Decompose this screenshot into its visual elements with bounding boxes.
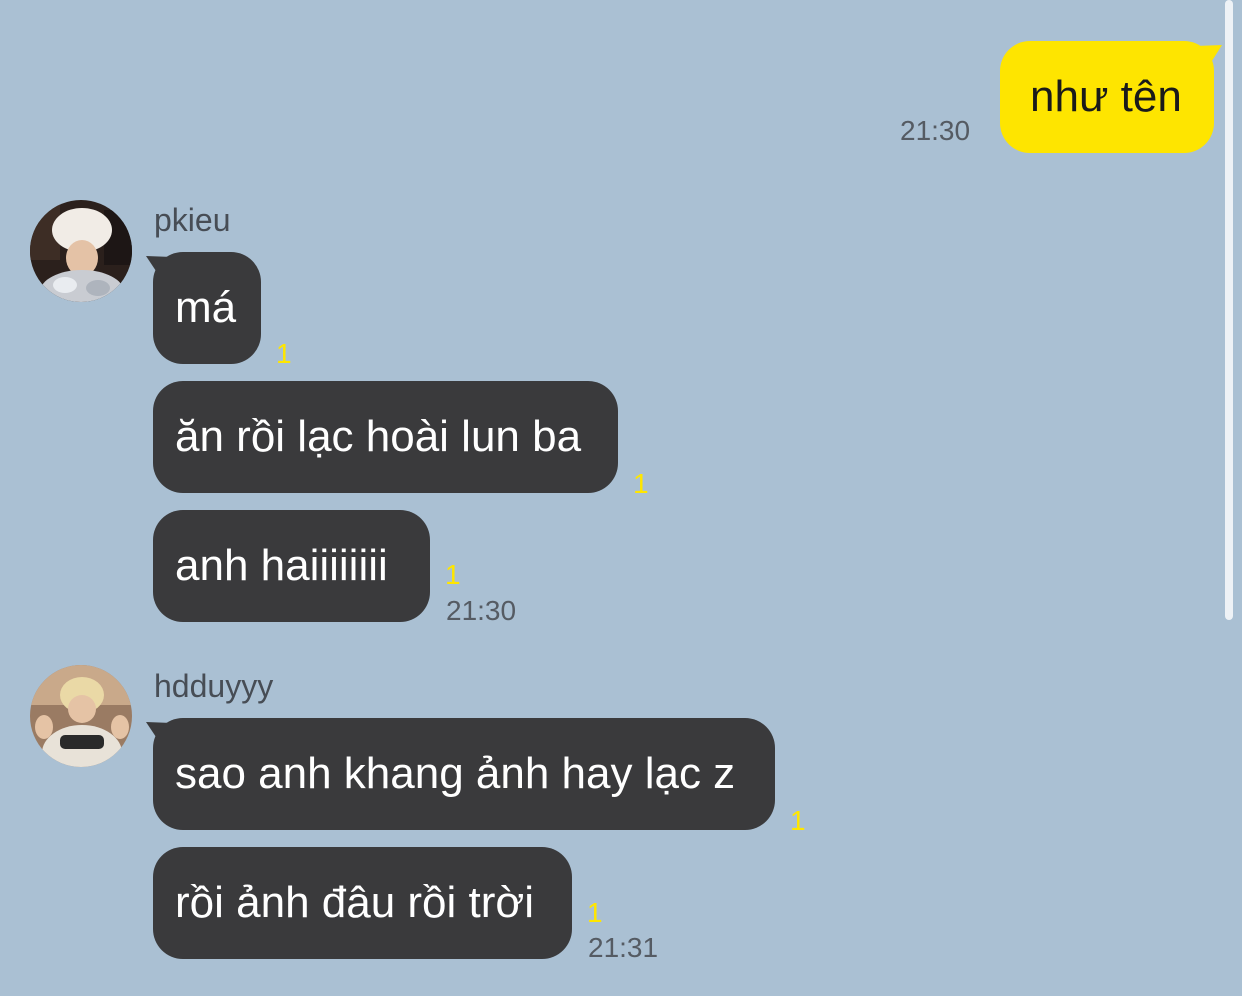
message-text: ăn rồi lạc hoài lun ba [175,412,582,461]
message-time: 21:31 [588,932,659,963]
incoming-message-bubble[interactable]: má [153,252,261,364]
scrollbar[interactable] [1225,0,1233,620]
sender-name: pkieu [154,202,231,238]
unread-count: 1 [633,468,649,499]
message-text: anh haiiiiiiii [175,541,388,590]
avatar-photo-icon [30,665,132,767]
incoming-message-bubble[interactable]: anh haiiiiiiii [153,510,430,622]
incoming-message-bubble[interactable]: rồi ảnh đâu rồi trời [153,847,572,959]
unread-count: 1 [790,805,806,836]
avatar[interactable] [30,665,132,767]
outgoing-message-bubble[interactable]: như tên [1000,41,1214,153]
unread-count: 1 [276,338,292,369]
chat-message-area: 21:30 như tên pkieu má 1 ăn rồi lạc hoài… [0,0,1242,996]
avatar[interactable] [30,200,132,302]
unread-count: 1 [445,559,461,590]
message-text: má [175,283,237,332]
incoming-message-bubble[interactable]: sao anh khang ảnh hay lạc z [153,718,775,830]
message-text: sao anh khang ảnh hay lạc z [175,749,736,798]
sender-name: hdduyyy [154,668,274,704]
unread-count: 1 [587,897,603,928]
message-time: 21:30 [900,115,971,146]
message-text: như tên [1030,72,1182,121]
bubble-tail-icon [1196,45,1222,64]
incoming-message-bubble[interactable]: ăn rồi lạc hoài lun ba [153,381,618,493]
message-time: 21:30 [446,595,517,626]
avatar-photo-icon [30,200,132,302]
message-text: rồi ảnh đâu rồi trời [175,878,535,927]
